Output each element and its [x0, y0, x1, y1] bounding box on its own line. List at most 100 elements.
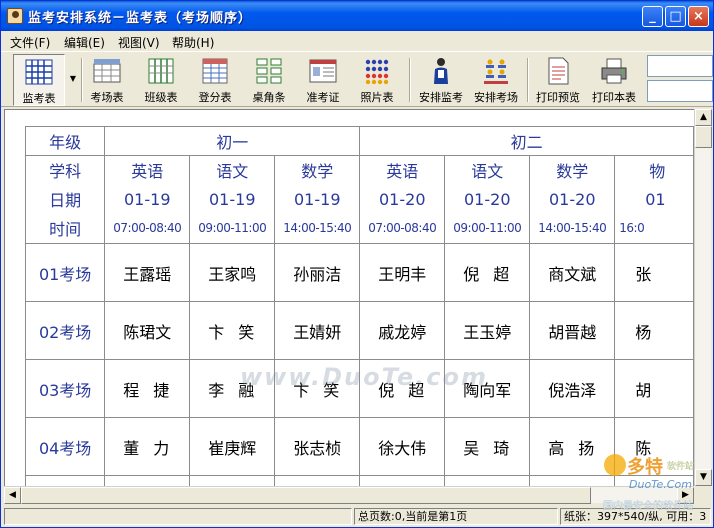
- header-subject: 数学: [529, 155, 616, 185]
- invigilator-cell[interactable]: [529, 475, 616, 486]
- header-time: 07:00-08:40: [104, 213, 191, 244]
- vertical-scrollbar[interactable]: ▲ ▼: [694, 109, 712, 486]
- tool-room-table[interactable]: 考场表: [85, 54, 129, 106]
- grid-table-icon: [25, 59, 53, 85]
- table-row: 03考场 程捷 李融 卞笑 倪超 陶向军 倪浩泽 胡: [24, 359, 694, 418]
- invigilator-cell[interactable]: 孙丽洁: [274, 243, 361, 302]
- invigilator-cell[interactable]: 崔庚辉: [189, 417, 276, 476]
- arrange-invigilator-icon: [434, 58, 448, 84]
- invigilator-cell[interactable]: 杨: [614, 301, 694, 360]
- invigilator-cell[interactable]: 程捷: [104, 359, 191, 418]
- invigilator-cell[interactable]: 戚龙婷: [359, 301, 446, 360]
- horizontal-scroll-thumb[interactable]: [21, 487, 591, 504]
- tool-print-preview[interactable]: 打印预览: [531, 54, 585, 106]
- menu-bar: 文件(F) 编辑(E) 视图(V) 帮助(H): [1, 31, 713, 51]
- tool-class-table[interactable]: 班级表: [139, 54, 183, 106]
- minimize-button[interactable]: _: [642, 6, 663, 27]
- status-bar: 总页数:0,当前是第1页 纸张：397*540/纵, 可用：3: [1, 505, 713, 527]
- header-time: 14:00-15:40: [274, 213, 361, 244]
- menu-file[interactable]: 文件(F): [10, 34, 50, 51]
- maximize-button[interactable]: □: [665, 6, 686, 27]
- header-time: 14:00-15:40: [529, 213, 616, 244]
- invigilator-cell[interactable]: [189, 475, 276, 486]
- menu-edit[interactable]: 编辑(E): [64, 34, 105, 51]
- horizontal-scrollbar[interactable]: ◀ ▶: [4, 486, 694, 504]
- tool-label: 安排考场: [474, 91, 518, 104]
- room-table-icon: [93, 59, 121, 83]
- header-subject: 数学: [274, 155, 361, 185]
- tool-invigilation-table[interactable]: 监考表: [13, 54, 65, 106]
- tool-arrange-room[interactable]: 安排考场: [469, 54, 523, 106]
- invigilator-cell[interactable]: [274, 475, 361, 486]
- toolbar-separator: [409, 58, 411, 102]
- header-subject: 英语: [359, 155, 446, 185]
- tool-arrange-invigilator[interactable]: 安排监考: [415, 54, 467, 106]
- table-row: 02考场 陈珺文 卞笑 王婧妍 戚龙婷 王玉婷 胡晋越 杨: [24, 301, 694, 360]
- invigilator-cell[interactable]: 胡: [614, 359, 694, 418]
- invigilator-cell[interactable]: 李融: [189, 359, 276, 418]
- status-page-info: 总页数:0,当前是第1页: [354, 508, 558, 525]
- invigilator-cell[interactable]: [444, 475, 531, 486]
- status-paper-info: 纸张：397*540/纵, 可用：3: [560, 508, 711, 525]
- app-icon[interactable]: [7, 8, 23, 24]
- scroll-up-button[interactable]: ▲: [695, 109, 712, 126]
- tool-photo-table[interactable]: 照片表: [355, 54, 399, 106]
- invigilator-cell[interactable]: 董力: [104, 417, 191, 476]
- report-view[interactable]: 年级 初一 初二 学科 英语 语文 数学 英语 语文 数学 物 日期 01-19…: [4, 109, 694, 486]
- invigilator-cell[interactable]: 陶向军: [444, 359, 531, 418]
- tool-print[interactable]: 打印本表: [587, 54, 641, 106]
- menu-help[interactable]: 帮助(H): [172, 34, 214, 51]
- invigilator-cell[interactable]: 徐大伟: [359, 417, 446, 476]
- invigilator-cell[interactable]: [614, 475, 694, 486]
- tool-score-table[interactable]: 登分表: [193, 54, 237, 106]
- invigilator-cell[interactable]: 卞笑: [274, 359, 361, 418]
- toolbar-field-bottom[interactable]: [647, 80, 713, 102]
- invigilator-cell[interactable]: 商文斌: [529, 243, 616, 302]
- header-time: 09:00-11:00: [189, 213, 276, 244]
- tool-label: 桌角条: [252, 91, 286, 104]
- menu-view[interactable]: 视图(V): [118, 34, 160, 51]
- invigilator-cell[interactable]: 王明丰: [359, 243, 446, 302]
- invigilator-cell[interactable]: 吴琦: [444, 417, 531, 476]
- tool-label: 准考证: [306, 91, 340, 104]
- invigilator-cell[interactable]: 卞笑: [189, 301, 276, 360]
- invigilator-cell[interactable]: 王玉婷: [444, 301, 531, 360]
- invigilator-cell[interactable]: 王家鸣: [189, 243, 276, 302]
- title-bar[interactable]: 监考安排系统－监考表（考场顺序） _ □ ×: [1, 1, 713, 31]
- app-window: 监考安排系统－监考表（考场顺序） _ □ × 文件(F) 编辑(E) 视图(V)…: [0, 0, 714, 528]
- invigilator-cell[interactable]: 胡晋越: [529, 301, 616, 360]
- scroll-down-button[interactable]: ▼: [695, 469, 712, 486]
- invigilator-cell[interactable]: [359, 475, 446, 486]
- invigilator-cell[interactable]: [104, 475, 191, 486]
- header-subject: 语文: [444, 155, 531, 185]
- invigilator-cell[interactable]: 高扬: [529, 417, 616, 476]
- tool-label: 考场表: [90, 91, 124, 104]
- invigilator-cell[interactable]: 陈珺文: [104, 301, 191, 360]
- room-label: 03考场: [24, 359, 106, 418]
- invigilator-cell[interactable]: 张: [614, 243, 694, 302]
- header-date: 01-20: [359, 184, 446, 214]
- invigilator-cell[interactable]: 王露瑶: [104, 243, 191, 302]
- tool-label: 打印预览: [536, 91, 580, 104]
- dropdown-arrow-icon[interactable]: ▼: [68, 72, 78, 86]
- vertical-scroll-thumb[interactable]: [695, 126, 712, 148]
- invigilator-cell[interactable]: 倪超: [444, 243, 531, 302]
- table-row: 01考场 王露瑶 王家鸣 孙丽洁 王明丰 倪超 商文斌 张: [24, 243, 694, 302]
- invigilator-cell[interactable]: 张志桢: [274, 417, 361, 476]
- toolbar: 监考表 ▼ 考场表 班级表 登分表 桌角条 准考证 照片表 安排监考 安排考场 …: [1, 51, 713, 107]
- header-subject: 语文: [189, 155, 276, 185]
- invigilator-cell[interactable]: 王婧妍: [274, 301, 361, 360]
- scroll-left-button[interactable]: ◀: [4, 487, 21, 504]
- close-button[interactable]: ×: [688, 6, 709, 27]
- invigilator-cell[interactable]: 倪超: [359, 359, 446, 418]
- table-row: [24, 475, 694, 486]
- invigilator-cell[interactable]: 陈: [614, 417, 694, 476]
- toolbar-field-top[interactable]: [647, 55, 713, 77]
- tool-admission-card[interactable]: 准考证: [301, 54, 345, 106]
- print-preview-icon: [548, 57, 569, 85]
- admission-card-icon: [309, 59, 337, 83]
- scroll-right-button[interactable]: ▶: [677, 487, 694, 504]
- header-time: 07:00-08:40: [359, 213, 446, 244]
- invigilator-cell[interactable]: 倪浩泽: [529, 359, 616, 418]
- tool-desk-label[interactable]: 桌角条: [247, 54, 291, 106]
